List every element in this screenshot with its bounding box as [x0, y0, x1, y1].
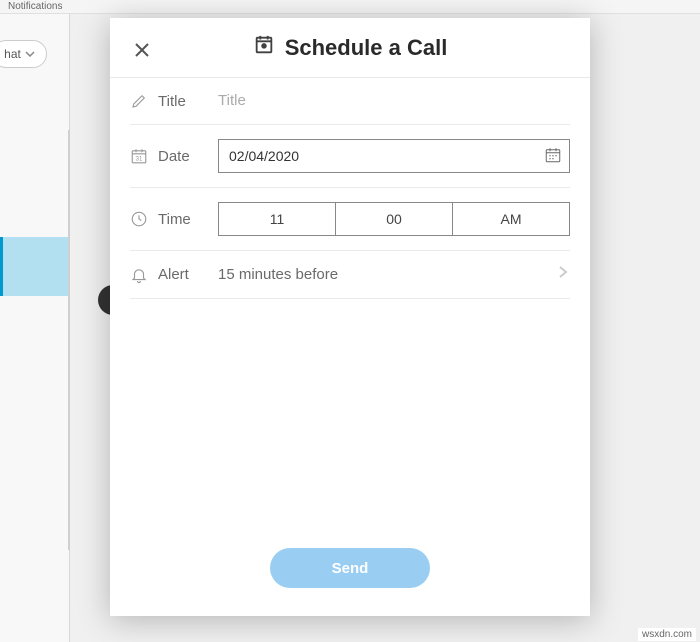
calendar-icon: 31: [130, 147, 158, 165]
date-row: 31 Date: [130, 125, 570, 188]
title-row: Title: [130, 78, 570, 125]
date-input[interactable]: [218, 139, 570, 173]
time-period[interactable]: AM: [453, 203, 569, 235]
schedule-call-modal: Schedule a Call Title 31 Date: [110, 18, 590, 616]
date-label: Date: [158, 148, 218, 165]
time-minute[interactable]: 00: [336, 203, 453, 235]
alert-value: 15 minutes before: [218, 266, 556, 283]
close-button[interactable]: [132, 40, 152, 60]
chat-filter-dropdown[interactable]: hat: [0, 40, 47, 68]
close-icon: [135, 43, 149, 57]
time-label: Time: [158, 211, 218, 228]
time-row: Time 11 00 AM: [130, 188, 570, 251]
alert-row[interactable]: Alert 15 minutes before: [130, 251, 570, 299]
watermark: wsxdn.com: [638, 628, 696, 641]
title-input[interactable]: [218, 92, 570, 109]
time-hour[interactable]: 11: [219, 203, 336, 235]
send-button[interactable]: Send: [270, 548, 430, 588]
clock-icon: [130, 210, 158, 228]
sidebar-item[interactable]: [0, 414, 69, 473]
sidebar: [0, 14, 70, 642]
chevron-right-icon: [556, 265, 570, 284]
sidebar-divider: [68, 130, 70, 550]
time-picker: 11 00 AM: [218, 202, 570, 236]
chevron-down-icon: [25, 51, 35, 57]
modal-title: Schedule a Call: [285, 35, 448, 61]
calendar-phone-icon: [253, 34, 275, 61]
chat-filter-label: hat: [4, 47, 21, 61]
alert-label: Alert: [158, 266, 218, 283]
svg-text:31: 31: [136, 157, 143, 163]
modal-header: Schedule a Call: [110, 18, 590, 78]
modal-title-wrap: Schedule a Call: [110, 34, 590, 61]
sidebar-item[interactable]: [0, 473, 69, 532]
bell-icon: [130, 266, 158, 284]
sidebar-item[interactable]: [0, 296, 69, 355]
sidebar-item-active[interactable]: [0, 237, 69, 296]
sidebar-item[interactable]: [0, 119, 69, 178]
sidebar-item[interactable]: [0, 178, 69, 237]
sidebar-item[interactable]: [0, 355, 69, 414]
modal-footer: Send: [110, 532, 590, 616]
sidebar-item[interactable]: [0, 532, 69, 591]
modal-body: Title 31 Date Time 1: [110, 78, 590, 532]
pencil-icon: [130, 92, 158, 110]
notifications-bar: Notifications: [0, 0, 700, 14]
title-label: Title: [158, 93, 218, 110]
